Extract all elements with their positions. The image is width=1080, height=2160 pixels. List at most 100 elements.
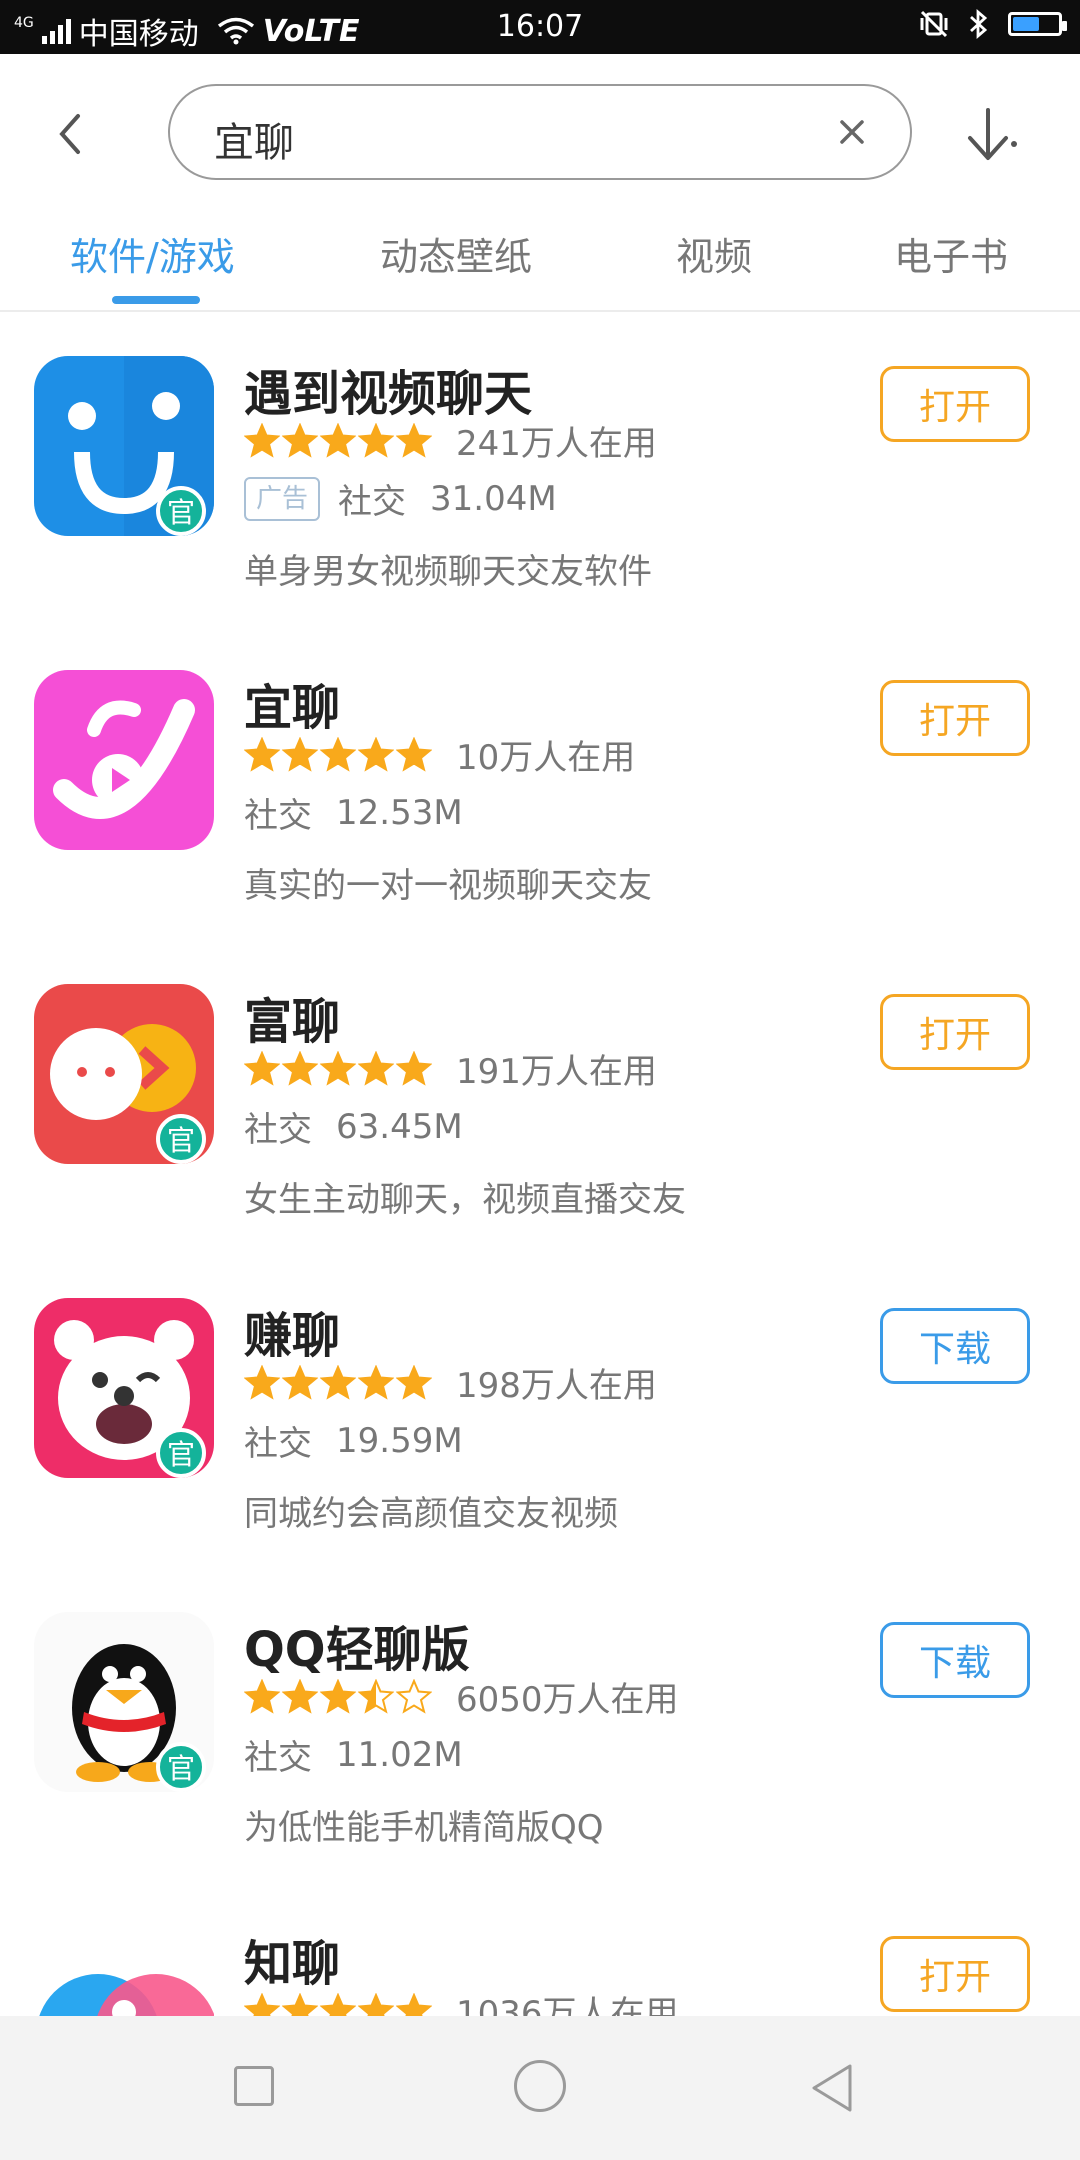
app-category: 社交 <box>244 796 312 836</box>
app-name[interactable]: 宜聊 <box>244 668 340 738</box>
download-button[interactable]: 下载 <box>880 1308 1030 1384</box>
open-button[interactable]: 打开 <box>880 1936 1030 2012</box>
list-item[interactable]: 官 富聊 191万人在用 社交 63.45M 女生主动聊天，视频直播交友 打开 <box>0 940 1080 1254</box>
list-item[interactable]: 宜聊 10万人在用 社交 12.53M 真实的一对一视频聊天交友 打开 <box>0 626 1080 940</box>
system-nav-bar <box>0 2016 1080 2160</box>
star-icon <box>320 1050 356 1086</box>
category-tabs: 软件/游戏 动态壁纸 视频 电子书 <box>0 214 1080 312</box>
app-description: 单身男女视频聊天交友软件 <box>244 552 652 592</box>
star-icon <box>396 1364 432 1400</box>
search-header: 宜聊 <box>0 54 1080 214</box>
star-icon <box>282 1364 318 1400</box>
circle-home-icon[interactable] <box>514 2060 566 2112</box>
app-name[interactable]: 知聊 <box>244 1924 340 1994</box>
user-count: 1036万人在用 <box>456 1994 679 2016</box>
star-icon <box>358 422 394 458</box>
star-rating <box>244 736 432 773</box>
star-icon <box>244 736 280 772</box>
app-name[interactable]: 赚聊 <box>244 1296 340 1366</box>
app-size: 12.53M <box>336 792 463 833</box>
list-item[interactable]: 知聊 1036万人在用 打开 <box>0 1882 1080 2016</box>
vibrate-mute-icon <box>920 10 948 38</box>
app-logo-icon <box>34 1926 214 2016</box>
app-logo-icon <box>34 670 214 850</box>
star-icon <box>320 1364 356 1400</box>
meta-row: 社交 19.59M <box>244 1416 463 1465</box>
star-icon <box>358 1992 394 2016</box>
open-button[interactable]: 打开 <box>880 366 1030 442</box>
user-count: 241万人在用 <box>456 424 657 464</box>
star-icon <box>396 1050 432 1086</box>
list-item[interactable]: 官 遇到视频聊天 241万人在用 广告 社交 31.04M 单身男女视频聊天交友… <box>0 312 1080 626</box>
app-name[interactable]: 遇到视频聊天 <box>244 354 532 424</box>
rating-row: 241万人在用 <box>244 416 657 465</box>
app-icon[interactable] <box>34 1926 214 2016</box>
star-icon <box>358 1050 394 1086</box>
search-input[interactable]: 宜聊 <box>168 84 912 180</box>
open-button[interactable]: 打开 <box>880 680 1030 756</box>
star-icon <box>396 1992 432 2016</box>
star-icon <box>282 736 318 772</box>
battery-fill <box>1013 17 1040 31</box>
star-icon <box>358 1678 394 1714</box>
star-rating <box>244 422 432 459</box>
search-query[interactable]: 宜聊 <box>214 110 294 168</box>
app-icon[interactable] <box>34 670 214 850</box>
open-button[interactable]: 打开 <box>880 994 1030 1070</box>
tab-live-wallpaper[interactable]: 动态壁纸 <box>380 226 532 281</box>
meta-row: 广告 社交 31.04M <box>244 474 557 523</box>
app-name[interactable]: 富聊 <box>244 982 340 1052</box>
list-item[interactable]: 官 赚聊 198万人在用 社交 19.59M 同城约会高颜值交友视频 下载 <box>0 1254 1080 1568</box>
star-icon <box>320 736 356 772</box>
star-icon <box>244 1678 280 1714</box>
star-icon <box>358 1364 394 1400</box>
rating-row: 198万人在用 <box>244 1358 657 1407</box>
star-icon <box>282 1992 318 2016</box>
app-size: 19.59M <box>336 1420 463 1461</box>
download-button[interactable]: 下载 <box>880 1622 1030 1698</box>
chevron-left-icon[interactable] <box>50 104 90 164</box>
app-description: 同城约会高颜值交友视频 <box>244 1494 618 1534</box>
star-icon <box>244 1364 280 1400</box>
tab-video[interactable]: 视频 <box>676 226 752 281</box>
app-result-list[interactable]: 官 遇到视频聊天 241万人在用 广告 社交 31.04M 单身男女视频聊天交友… <box>0 312 1080 2016</box>
star-icon <box>320 1678 356 1714</box>
star-icon <box>320 422 356 458</box>
star-rating <box>244 1050 432 1087</box>
close-icon[interactable] <box>834 114 870 150</box>
star-icon <box>282 1050 318 1086</box>
active-tab-indicator <box>112 296 200 304</box>
star-icon <box>244 1050 280 1086</box>
app-description: 真实的一对一视频聊天交友 <box>244 866 652 906</box>
star-icon <box>282 1678 318 1714</box>
tab-software-games[interactable]: 软件/游戏 <box>70 226 235 281</box>
star-icon <box>282 422 318 458</box>
list-item[interactable]: 官 QQ轻聊版 6050万人在用 社交 11.02M 为低性能手机精简版QQ 下… <box>0 1568 1080 1882</box>
meta-row: 社交 12.53M <box>244 788 463 837</box>
star-icon <box>396 1678 432 1714</box>
app-name[interactable]: QQ轻聊版 <box>244 1610 470 1680</box>
triangle-back-icon[interactable] <box>804 2060 860 2116</box>
bluetooth-icon <box>970 8 988 40</box>
status-bar: 4G 中国移动 VoLTE 16:07 <box>0 0 1080 54</box>
app-category: 社交 <box>244 1424 312 1464</box>
app-category: 社交 <box>244 1738 312 1778</box>
user-count: 191万人在用 <box>456 1052 657 1092</box>
tab-ebook[interactable]: 电子书 <box>894 226 1008 281</box>
star-icon <box>244 1992 280 2016</box>
user-count: 10万人在用 <box>456 738 636 778</box>
user-count: 6050万人在用 <box>456 1680 679 1720</box>
rating-row: 6050万人在用 <box>244 1672 679 1721</box>
app-description: 为低性能手机精简版QQ <box>244 1808 604 1848</box>
rating-row: 1036万人在用 <box>244 1986 679 2016</box>
rating-row: 191万人在用 <box>244 1044 657 1093</box>
star-icon <box>396 736 432 772</box>
status-right <box>918 8 1067 40</box>
star-icon <box>320 1992 356 2016</box>
square-recents-icon[interactable] <box>234 2066 274 2106</box>
star-icon <box>358 736 394 772</box>
download-arrow-icon[interactable] <box>960 104 1020 168</box>
official-badge: 官 <box>156 1428 206 1478</box>
app-category: 社交 <box>338 482 407 522</box>
official-badge: 官 <box>156 1114 206 1164</box>
